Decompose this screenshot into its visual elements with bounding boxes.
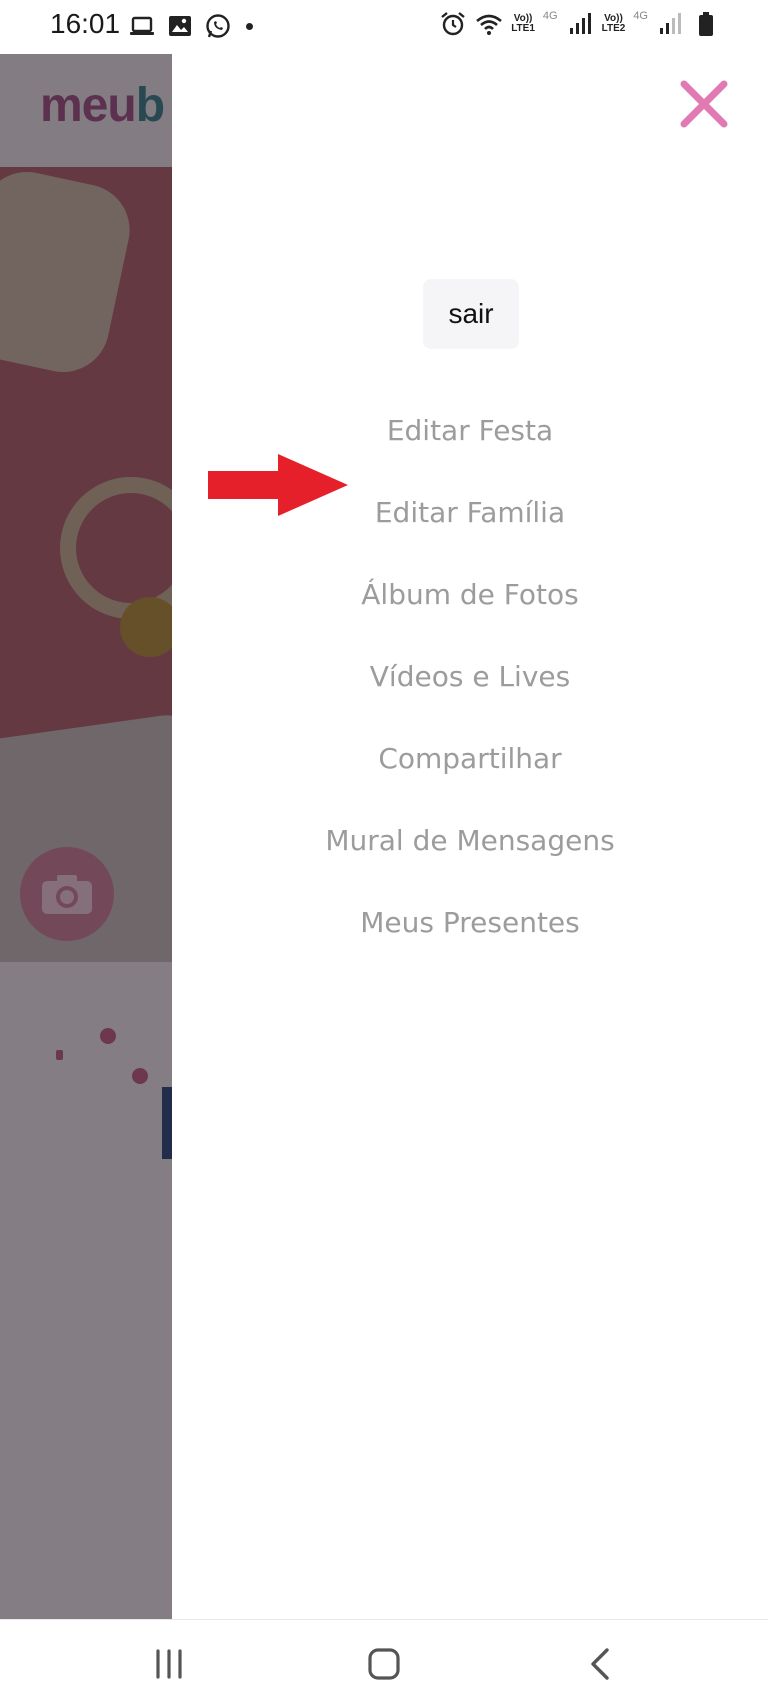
status-bar: 16:01 Vo)) LTE1 4G Vo)) LTE2 4G	[0, 0, 768, 54]
whatsapp-icon	[206, 14, 230, 38]
dim-overlay[interactable]	[0, 54, 172, 1619]
menu-item-album-de-fotos[interactable]: Álbum de Fotos	[172, 553, 768, 635]
network-type-2: 4G	[633, 10, 648, 22]
sim2-lte-label: LTE2	[601, 23, 626, 34]
recent-apps-button[interactable]	[145, 1642, 193, 1686]
alarm-icon	[441, 12, 465, 36]
menu-item-videos-e-lives[interactable]: Vídeos e Lives	[172, 635, 768, 717]
status-time: 16:01	[50, 8, 121, 39]
home-icon	[368, 1648, 400, 1680]
network-type-1: 4G	[542, 10, 558, 22]
status-left-icons	[128, 12, 253, 40]
logout-button[interactable]: sair	[423, 279, 519, 349]
sim1-label: Vo)) LTE1	[511, 14, 535, 34]
wifi-icon	[476, 14, 503, 35]
close-icon	[680, 80, 728, 128]
annotation-arrow-icon	[208, 454, 348, 516]
back-icon	[591, 1648, 609, 1680]
close-button[interactable]	[672, 72, 736, 136]
menu-item-mural-de-mensagens[interactable]: Mural de Mensagens	[172, 799, 768, 881]
notification-dot-icon	[246, 22, 253, 30]
sim2-label: Vo)) LTE2	[602, 14, 626, 34]
menu-item-compartilhar[interactable]: Compartilhar	[172, 717, 768, 799]
status-right-icons: Vo)) LTE1 4G Vo)) LTE2 4G	[439, 10, 720, 38]
recent-apps-icon	[156, 1649, 182, 1679]
gallery-icon	[169, 16, 191, 36]
signal-icon	[569, 13, 591, 34]
side-drawer: sair Editar Festa Editar Família Álbum d…	[172, 54, 768, 1619]
system-nav-bar	[0, 1619, 768, 1708]
home-button[interactable]	[360, 1642, 408, 1686]
signal-icon	[660, 13, 681, 34]
back-button[interactable]	[576, 1642, 624, 1686]
sim1-lte-label: LTE1	[511, 23, 535, 34]
battery-icon	[699, 12, 713, 36]
laptop-icon	[130, 16, 154, 35]
menu-item-meus-presentes[interactable]: Meus Presentes	[172, 881, 768, 963]
